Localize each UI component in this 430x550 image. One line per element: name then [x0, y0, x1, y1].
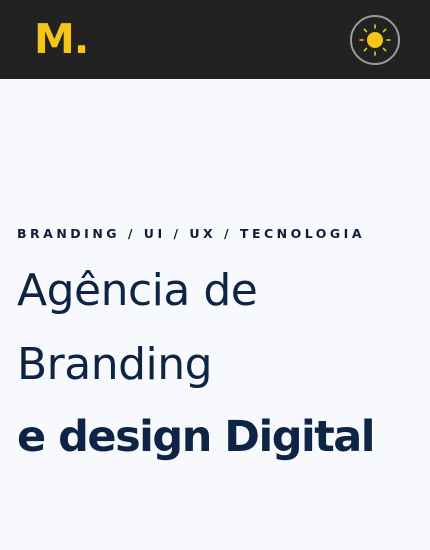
sun-icon — [358, 23, 392, 57]
headline-line-3: e design Digital — [17, 412, 376, 462]
hero-section: BRANDING / UI / UX / TECNOLOGIA Agência … — [17, 226, 417, 474]
logo[interactable]: M. — [34, 14, 89, 64]
hero-eyebrow: BRANDING / UI / UX / TECNOLOGIA — [17, 226, 365, 241]
headline-line-2: Branding — [17, 339, 213, 390]
top-navbar: M. — [0, 0, 430, 79]
headline-line-1: Agência de — [17, 265, 258, 316]
theme-toggle-button[interactable] — [350, 15, 400, 65]
hero-headline: Agência de Branding e design Digital — [17, 254, 417, 474]
